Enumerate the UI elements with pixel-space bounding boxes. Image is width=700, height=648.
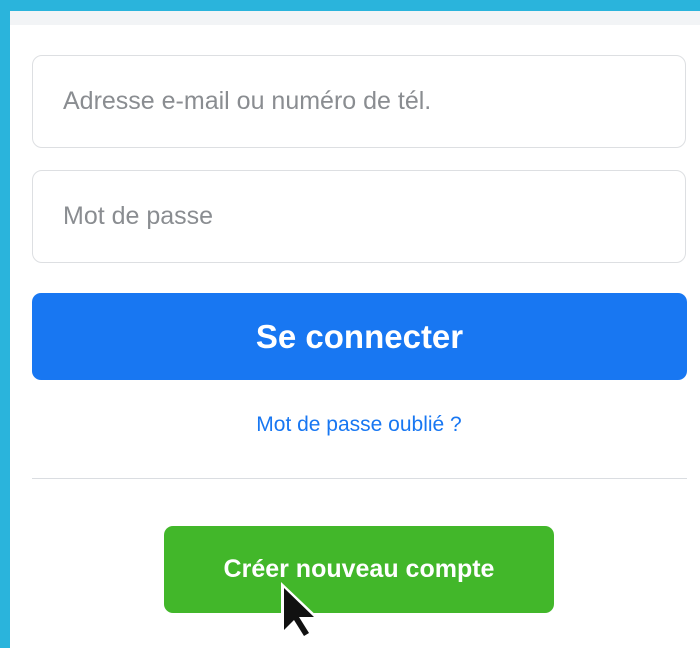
email-placeholder: Adresse e-mail ou numéro de tél.: [63, 87, 432, 115]
top-strip: [10, 11, 700, 25]
mouse-pointer-icon: [281, 582, 321, 642]
login-button-label: Se connecter: [255, 317, 464, 355]
password-placeholder: Mot de passe: [63, 202, 214, 230]
create-account-label: Créer nouveau compte: [223, 555, 495, 583]
forgot-password-link[interactable]: Mot de passe oublié ?: [10, 413, 700, 437]
forgot-password-label: Mot de passe oublié ?: [256, 413, 462, 436]
login-card: Adresse e-mail ou numéro de tél. Mot de …: [10, 11, 700, 648]
email-input[interactable]: Adresse e-mail ou numéro de tél.: [32, 55, 686, 148]
login-button[interactable]: Se connecter: [32, 293, 687, 380]
create-account-button[interactable]: Créer nouveau compte: [164, 526, 554, 613]
divider: [32, 478, 687, 479]
password-input[interactable]: Mot de passe: [32, 170, 686, 263]
